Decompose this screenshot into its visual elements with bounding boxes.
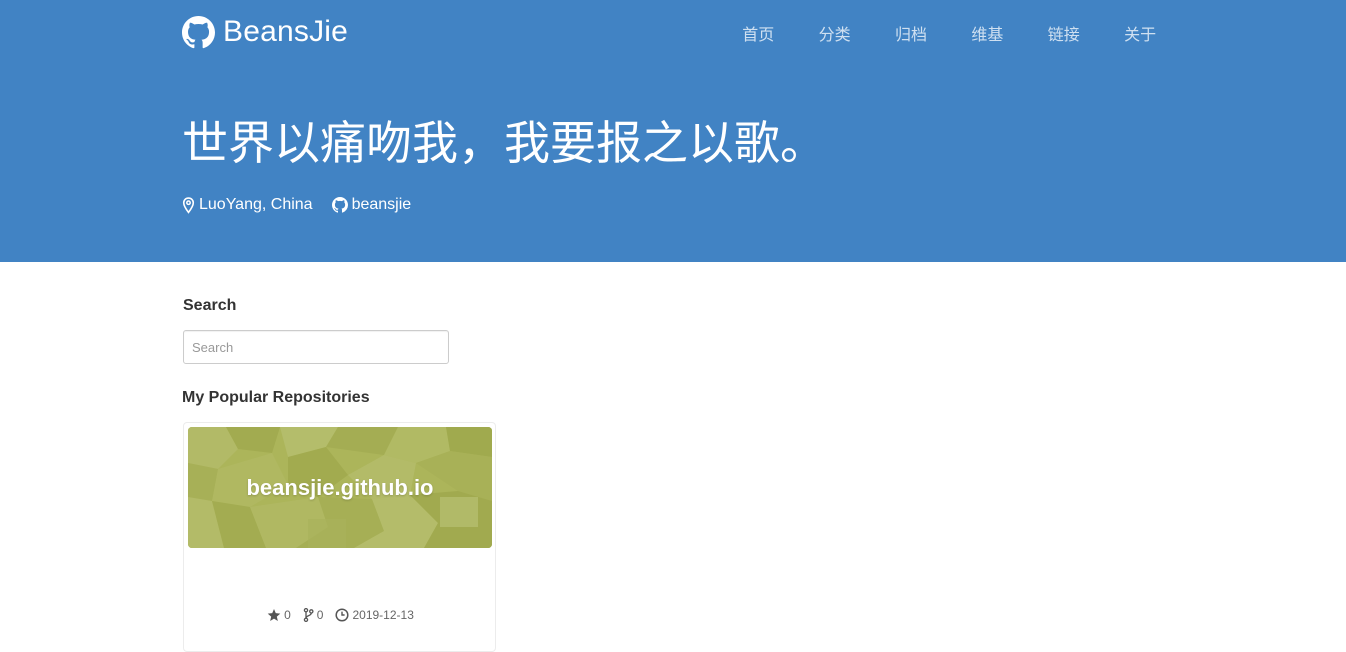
github-username: beansjie bbox=[351, 196, 412, 213]
page-headline: 世界以痛吻我，我要报之以歌。 bbox=[182, 117, 826, 169]
brand-link[interactable]: BeansJie bbox=[182, 14, 348, 50]
github-icon bbox=[182, 15, 215, 48]
repo-forks-count: 0 bbox=[316, 608, 324, 622]
map-marker-icon bbox=[182, 196, 195, 214]
repo-updated-date: 2019-12-13 bbox=[352, 608, 414, 622]
repo-stars: 0 bbox=[267, 607, 291, 623]
brand-name: BeansJie bbox=[223, 15, 349, 48]
repo-stats: 0 0 2019-12-13 bbox=[184, 607, 497, 623]
location-text: LuoYang, China bbox=[199, 196, 313, 213]
popular-repos-title: My Popular Repositories bbox=[182, 389, 370, 406]
nav-item-about[interactable]: 关于 bbox=[1102, 24, 1178, 48]
location-item: LuoYang, China bbox=[182, 195, 313, 215]
star-icon bbox=[267, 608, 281, 621]
nav-item-categories[interactable]: 分类 bbox=[796, 24, 872, 48]
profile-meta: LuoYang, China beansjie bbox=[182, 195, 411, 215]
repo-cover-image: beansjie.github.io bbox=[188, 427, 492, 548]
github-profile-link[interactable]: beansjie bbox=[331, 195, 412, 215]
nav-item-archives[interactable]: 归档 bbox=[873, 24, 949, 48]
site-header: BeansJie 首页 分类 归档 维基 链接 关于 世界以痛吻我，我要报之以歌… bbox=[0, 0, 1346, 262]
nav-item-wiki[interactable]: 维基 bbox=[949, 24, 1025, 48]
repo-stars-count: 0 bbox=[284, 608, 291, 622]
git-branch-icon bbox=[303, 608, 314, 622]
nav-item-home[interactable]: 首页 bbox=[720, 24, 796, 48]
nav-item-links[interactable]: 链接 bbox=[1026, 24, 1102, 48]
main-nav: 首页 分类 归档 维基 链接 关于 bbox=[720, 24, 1170, 48]
search-title: Search bbox=[183, 297, 237, 314]
repo-name: beansjie.github.io bbox=[246, 474, 434, 500]
repo-card[interactable]: beansjie.github.io 0 0 2019-12-13 bbox=[183, 422, 496, 652]
repo-updated: 2019-12-13 bbox=[335, 607, 414, 623]
github-icon bbox=[331, 197, 348, 213]
search-input[interactable] bbox=[183, 330, 449, 364]
repo-forks: 0 bbox=[303, 607, 324, 623]
clock-icon bbox=[335, 608, 350, 622]
